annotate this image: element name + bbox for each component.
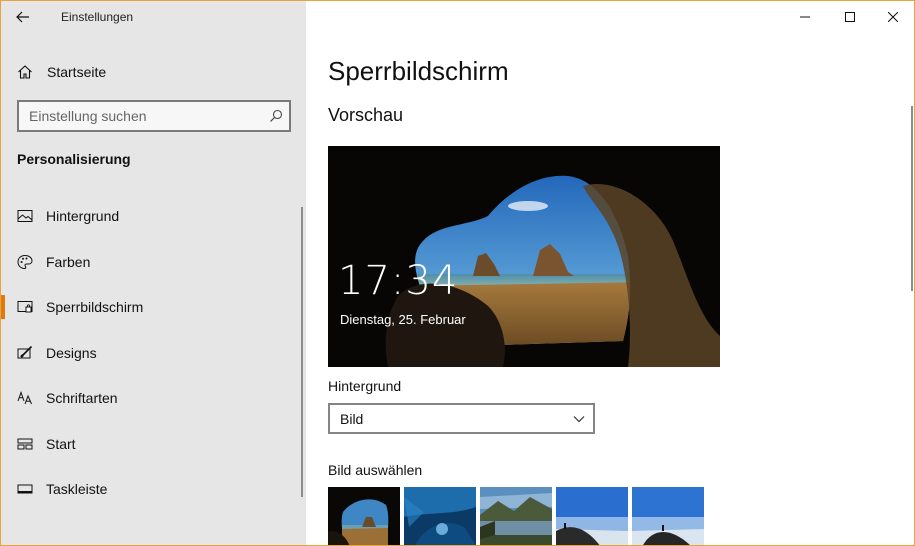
picture-icon (17, 210, 33, 222)
main-scrollbar[interactable] (911, 106, 913, 291)
preview-time: 17:34 (338, 258, 459, 304)
sidebar-nav: Hintergrund Farben Sperrbildschirm Desig… (1, 200, 301, 519)
picture-thumbnail[interactable] (404, 487, 476, 545)
sidebar-item-start[interactable]: Start (1, 428, 301, 474)
lock-screen-icon (17, 301, 33, 313)
sidebar-item-label: Sperrbildschirm (46, 299, 144, 315)
sidebar-item-label: Start (46, 435, 76, 452)
background-dropdown[interactable]: Bild (328, 403, 595, 434)
back-button[interactable] (9, 5, 37, 29)
sidebar-item-label: Schriftarten (46, 390, 118, 406)
sidebar-item-taskleiste[interactable]: Taskleiste (1, 473, 301, 519)
sidebar-item-sperrbildschirm[interactable]: Sperrbildschirm (1, 291, 301, 337)
minimize-button[interactable] (782, 1, 828, 33)
lock-screen-preview: 17:34 Dienstag, 25. Februar (328, 146, 720, 367)
background-label: Hintergrund (328, 378, 402, 394)
preview-image (328, 146, 720, 367)
maximize-icon (845, 12, 855, 22)
font-icon (17, 390, 32, 405)
background-dropdown-value: Bild (340, 411, 364, 427)
sidebar-item-farben[interactable]: Farben (1, 246, 301, 292)
home-icon (18, 65, 32, 79)
preview-date: Dienstag, 25. Februar (340, 312, 466, 327)
picture-thumbnails (328, 487, 704, 545)
sidebar-item-home[interactable]: Startseite (1, 57, 306, 87)
chevron-down-icon (573, 416, 585, 423)
sidebar-item-label: Taskleiste (46, 481, 108, 497)
search-box[interactable] (17, 100, 291, 132)
palette-icon (17, 254, 33, 269)
sidebar-item-hintergrund[interactable]: Hintergrund (1, 200, 301, 246)
search-input[interactable] (19, 102, 259, 130)
sidebar-item-label: Farben (46, 253, 91, 270)
maximize-button[interactable] (827, 1, 873, 33)
sidebar-item-designs[interactable]: Designs (1, 337, 301, 383)
picture-thumbnail[interactable] (328, 487, 400, 545)
sidebar-item-label: Hintergrund (46, 208, 120, 224)
brush-icon (17, 345, 33, 358)
page-title: Sperrbildschirm (328, 56, 509, 86)
close-button[interactable] (870, 1, 914, 33)
app-title: Einstellungen (61, 10, 134, 24)
picture-thumbnail[interactable] (632, 487, 704, 545)
minimize-icon (800, 16, 810, 18)
close-icon (888, 12, 898, 22)
preview-heading: Vorschau (328, 105, 404, 125)
start-icon (17, 438, 33, 449)
main-content: Sperrbildschirm Vorschau 17:34 Dienstag,… (306, 1, 914, 545)
choose-picture-label: Bild auswählen (328, 462, 423, 478)
sidebar-item-label: Designs (46, 344, 97, 361)
settings-window: Einstellungen Startseite Personalisierun… (0, 0, 915, 546)
section-title: Personalisierung (17, 151, 131, 167)
picture-thumbnail[interactable] (480, 487, 552, 545)
picture-thumbnail[interactable] (556, 487, 628, 545)
sidebar: Einstellungen Startseite Personalisierun… (1, 1, 306, 545)
home-label: Startseite (47, 64, 107, 80)
search-icon[interactable] (269, 109, 283, 123)
sidebar-item-schriftarten[interactable]: Schriftarten (1, 382, 301, 428)
back-arrow-icon (16, 11, 29, 23)
sidebar-scrollbar[interactable] (301, 207, 303, 497)
taskbar-icon (17, 484, 33, 494)
